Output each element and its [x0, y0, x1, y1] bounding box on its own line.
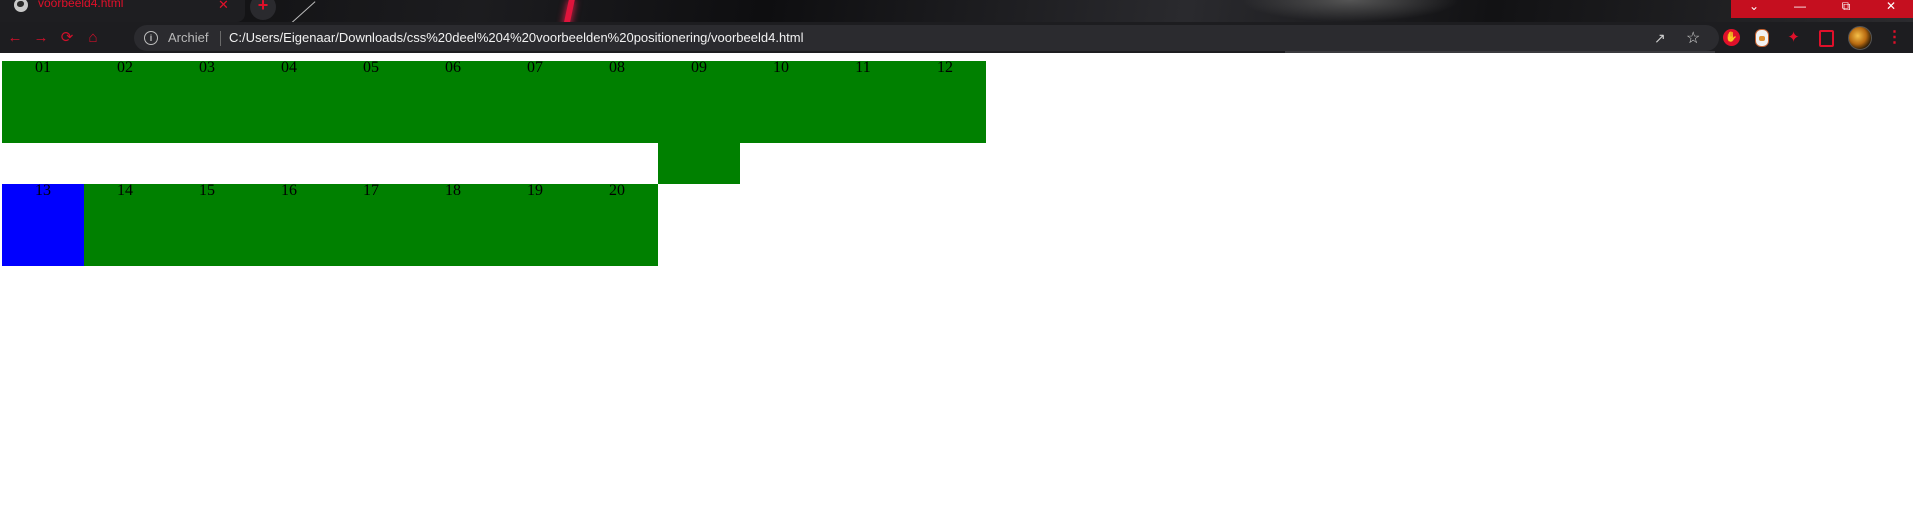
box-label: 19 [527, 182, 543, 199]
globe-icon [14, 0, 28, 12]
box-label: 01 [35, 59, 51, 76]
box-11: 11 [822, 59, 904, 143]
address-separator [220, 31, 221, 46]
box-19: 19 [494, 182, 576, 266]
extension-mouse-icon[interactable] [1755, 29, 1769, 47]
box-20: 20 [576, 182, 658, 266]
box-label: 09 [691, 59, 707, 76]
box-label: 02 [117, 59, 133, 76]
box-09: 09 [658, 59, 740, 184]
box-label: 14 [117, 182, 133, 199]
new-tab-button[interactable]: + [250, 0, 276, 20]
box-label: 12 [937, 59, 953, 76]
title-bar: voorbeeld4.html ✕ + ⌄ — ⧉ ✕ [0, 0, 1913, 22]
box-label: 08 [609, 59, 625, 76]
url-text[interactable]: C:/Users/Eigenaar/Downloads/css%20deel%2… [229, 30, 804, 45]
browser-tab[interactable]: voorbeeld4.html ✕ [0, 0, 245, 22]
arrow-left-icon: ← [7, 29, 23, 46]
reload-button[interactable]: ⟳ [57, 28, 77, 48]
address-bar[interactable]: i Archief C:/Users/Eigenaar/Downloads/cs… [134, 25, 1719, 51]
minimize-icon: — [1794, 0, 1806, 13]
box-16: 16 [248, 182, 330, 266]
box-05: 05 [330, 59, 412, 143]
bookmark-star-icon[interactable]: ☆ [1686, 28, 1700, 48]
box-label: 03 [199, 59, 215, 76]
box-02: 02 [84, 59, 166, 143]
box-04: 04 [248, 59, 330, 143]
security-label: Archief [168, 30, 209, 45]
box-label: 18 [445, 182, 461, 199]
wallpaper-line [289, 1, 316, 22]
box-label: 06 [445, 59, 461, 76]
box-label: 20 [609, 182, 625, 199]
box-label: 11 [855, 59, 871, 76]
close-window-button[interactable]: ✕ [1869, 0, 1913, 18]
wallpaper-streak [563, 0, 575, 22]
box-label: 05 [363, 59, 379, 76]
box-03: 03 [166, 59, 248, 143]
box-18: 18 [412, 182, 494, 266]
extensions-puzzle-icon[interactable]: ✦ [1785, 29, 1802, 46]
home-icon: ⌂ [88, 29, 98, 46]
boxes-container: 01 02 03 04 05 06 07 08 09 10 11 12 13 1… [2, 59, 1202, 361]
tab-title: voorbeeld4.html [38, 0, 124, 10]
box-01: 01 [2, 59, 84, 143]
box-label: 10 [773, 59, 789, 76]
restore-button[interactable]: ⧉ [1823, 0, 1869, 18]
box-12: 12 [904, 59, 986, 143]
box-06: 06 [412, 59, 494, 143]
wallpaper-sheen [1240, 0, 1460, 22]
box-07: 07 [494, 59, 576, 143]
tab-close-icon[interactable]: ✕ [218, 0, 229, 13]
box-label: 13 [35, 182, 51, 199]
box-label: 04 [281, 59, 297, 76]
toolbar-divider [1285, 51, 1715, 53]
box-10: 10 [740, 59, 822, 143]
box-label: 15 [199, 182, 215, 199]
back-button[interactable]: ← [5, 28, 25, 48]
tab-search-button[interactable]: ⌄ [1731, 0, 1777, 18]
restore-icon: ⧉ [1841, 0, 1851, 13]
menu-kebab-icon[interactable]: ⋮ [1886, 29, 1903, 46]
box-17: 17 [330, 182, 412, 266]
extension-hand-icon[interactable]: ✋ [1723, 29, 1740, 46]
box-label: 16 [281, 182, 297, 199]
reload-icon: ⟳ [60, 29, 74, 46]
close-icon: ✕ [1885, 0, 1897, 13]
minimize-button[interactable]: — [1777, 0, 1823, 18]
box-15: 15 [166, 182, 248, 266]
box-08: 08 [576, 59, 658, 143]
box-14: 14 [84, 182, 166, 266]
share-icon[interactable]: ↗ [1654, 30, 1666, 47]
box-label: 07 [527, 59, 543, 76]
side-panel-icon[interactable] [1819, 30, 1834, 47]
arrow-right-icon: → [33, 29, 49, 46]
forward-button[interactable]: → [31, 28, 51, 48]
browser-toolbar: ← → ⟳ ⌂ i Archief C:/Users/Eigenaar/Down… [0, 22, 1913, 53]
info-icon[interactable]: i [144, 31, 158, 45]
box-label: 17 [363, 182, 379, 199]
home-button[interactable]: ⌂ [83, 28, 103, 48]
profile-avatar[interactable] [1848, 26, 1872, 50]
box-13: 13 [2, 182, 84, 266]
chevron-down-icon: ⌄ [1748, 0, 1760, 13]
